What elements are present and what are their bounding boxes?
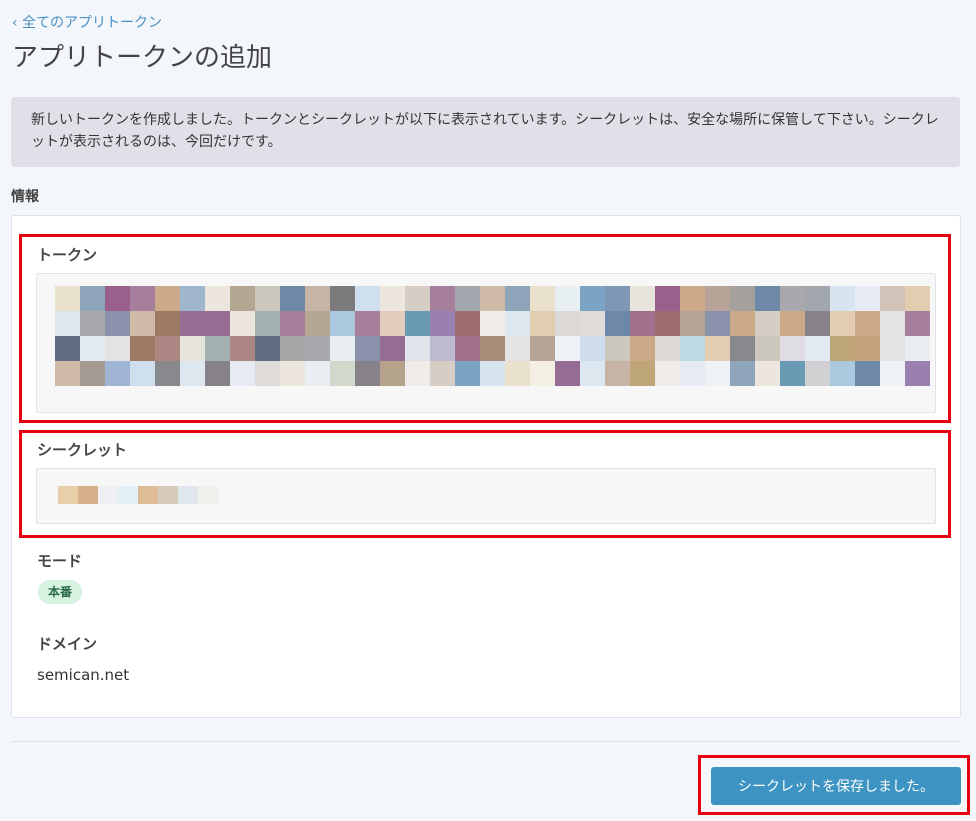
mode-badge: 本番 — [38, 580, 83, 604]
notice-text: 新しいトークンを作成しました。トークンとシークレットが以下に表示されています。シ… — [31, 112, 939, 150]
domain-value: semican.net — [37, 666, 130, 684]
back-link-all-app-tokens[interactable]: ‹ 全てのアプリトークン — [12, 12, 162, 32]
secret-label: シークレット — [37, 441, 128, 459]
divider — [11, 741, 961, 742]
token-label: トークン — [37, 246, 98, 264]
section-label-info: 情報 — [11, 189, 39, 205]
page-title: アプリトークンの追加 — [12, 43, 273, 73]
mode-label: モード — [37, 552, 83, 570]
secret-saved-button[interactable]: シークレットを保存しました。 — [711, 767, 961, 805]
token-value-box[interactable] — [36, 273, 936, 413]
info-panel: トークン シークレット モード 本番 ドメイン semican.net — [11, 215, 961, 718]
secret-value-box[interactable] — [36, 468, 936, 524]
notice-banner: 新しいトークンを作成しました。トークンとシークレットが以下に表示されています。シ… — [11, 97, 960, 167]
domain-label: ドメイン — [37, 635, 98, 653]
